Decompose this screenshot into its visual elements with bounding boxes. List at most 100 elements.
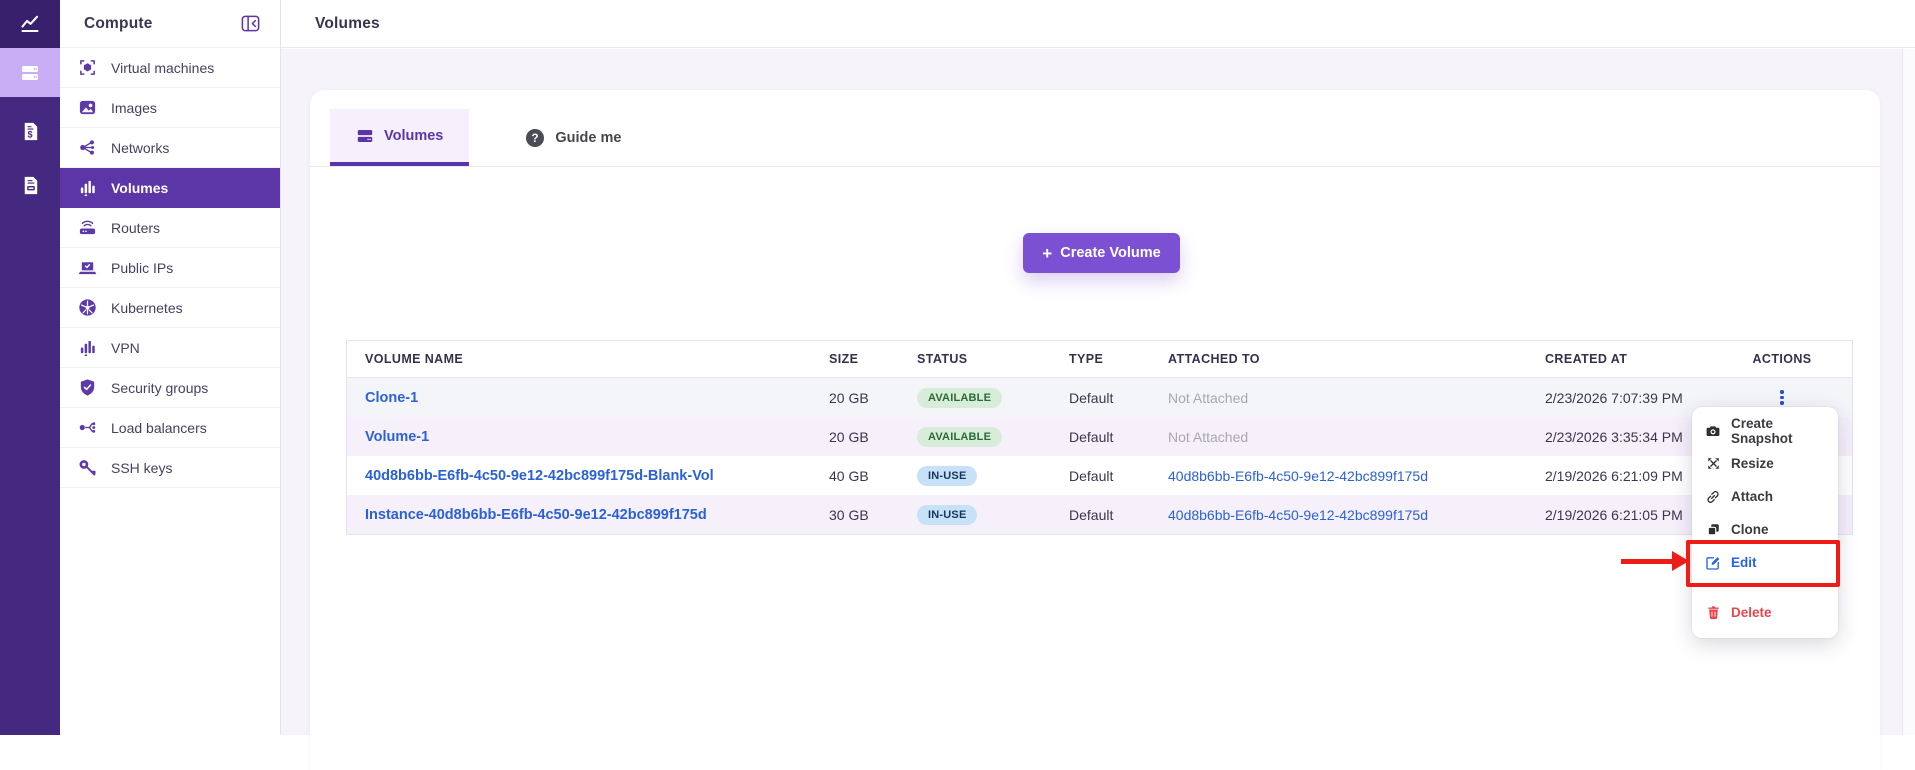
menu-item-resize[interactable]: Resize	[1692, 447, 1838, 480]
attached-to-value: Not Attached	[1168, 390, 1537, 406]
sidebar-item-label: Routers	[111, 220, 160, 236]
sidebar: Compute Virtual machines Images	[60, 0, 281, 735]
sidebar-header: Compute	[60, 0, 280, 48]
svg-text:$: $	[27, 129, 32, 139]
resize-icon	[1705, 456, 1721, 472]
column-header-type: TYPE	[1069, 352, 1168, 366]
volume-name-link[interactable]: Clone-1	[347, 390, 829, 406]
sidebar-item-label: Networks	[111, 140, 169, 156]
table-header-row: VOLUME NAME SIZE STATUS TYPE ATTACHED TO…	[347, 341, 1852, 378]
volume-name-link[interactable]: Instance-40d8b6bb-E6fb-4c50-9e12-42bc899…	[347, 507, 829, 523]
sidebar-item-routers[interactable]: Routers	[60, 208, 280, 248]
column-header-attached-to: ATTACHED TO	[1168, 352, 1537, 366]
attached-to-link[interactable]: 40d8b6bb-E6fb-4c50-9e12-42bc899f175d	[1168, 507, 1537, 523]
menu-item-label: Clone	[1731, 522, 1769, 537]
sidebar-item-label: VPN	[111, 340, 140, 356]
volume-name-link[interactable]: Volume-1	[347, 429, 829, 445]
sidebar-item-volumes[interactable]: Volumes	[60, 168, 280, 208]
networks-icon	[77, 138, 97, 158]
sidebar-item-label: Images	[111, 100, 157, 116]
created-at-value: 2/23/2026 7:07:39 PM	[1537, 390, 1712, 406]
menu-item-label: Attach	[1731, 489, 1773, 504]
analytics-chart-icon	[18, 12, 42, 36]
camera-icon	[1705, 423, 1721, 439]
volume-size: 20 GB	[829, 390, 917, 406]
create-volume-button[interactable]: + Create Volume	[1023, 233, 1180, 273]
attach-link-icon	[1705, 489, 1721, 505]
sidebar-item-security-groups[interactable]: Security groups	[60, 368, 280, 408]
rail-item-analytics[interactable]	[0, 0, 60, 48]
sidebar-item-ssh-keys[interactable]: SSH keys	[60, 448, 280, 488]
column-header-actions: ACTIONS	[1712, 352, 1852, 366]
kubernetes-icon	[77, 298, 97, 318]
sidebar-item-label: SSH keys	[111, 460, 172, 476]
sidebar-item-label: Load balancers	[111, 420, 207, 436]
sidebar-item-images[interactable]: Images	[60, 88, 280, 128]
public-ip-icon	[77, 258, 97, 278]
sidebar-item-label: Virtual machines	[111, 60, 214, 76]
images-icon	[77, 98, 97, 118]
clone-icon	[1705, 522, 1721, 538]
sidebar-item-load-balancers[interactable]: Load balancers	[60, 408, 280, 448]
volumes-icon	[77, 178, 97, 198]
shield-icon	[77, 378, 97, 398]
sidebar-item-virtual-machines[interactable]: Virtual machines	[60, 48, 280, 88]
question-circle-icon: ?	[525, 128, 545, 148]
vertical-scrollbar[interactable]	[1902, 49, 1915, 735]
created-at-value: 2/23/2026 3:35:34 PM	[1537, 429, 1712, 445]
page-title: Volumes	[315, 15, 380, 33]
vpn-icon	[77, 338, 97, 358]
table-row: 40d8b6bb-E6fb-4c50-9e12-42bc899f175d-Bla…	[347, 456, 1852, 495]
menu-item-clone[interactable]: Clone	[1692, 513, 1838, 546]
plus-icon: +	[1042, 245, 1052, 262]
sidebar-item-public-ips[interactable]: Public IPs	[60, 248, 280, 288]
tab-label: Volumes	[384, 128, 443, 144]
content-card: Volumes ? Guide me + Create Volume VOLUM…	[310, 90, 1880, 770]
vm-icon	[77, 58, 97, 78]
created-at-value: 2/19/2026 6:21:05 PM	[1537, 507, 1712, 523]
tab-bar: Volumes ? Guide me	[310, 90, 1880, 167]
sidebar-item-label: Kubernetes	[111, 300, 183, 316]
load-balancer-icon	[77, 418, 97, 438]
sidebar-item-kubernetes[interactable]: Kubernetes	[60, 288, 280, 328]
edit-pencil-icon	[1705, 555, 1721, 571]
row-actions-menu: Create Snapshot Resize Attach Clone	[1692, 407, 1838, 638]
sidebar-item-vpn[interactable]: VPN	[60, 328, 280, 368]
trash-icon	[1705, 605, 1721, 621]
volumes-tab-icon	[356, 127, 374, 145]
billing-invoice-icon: $	[19, 120, 42, 143]
menu-item-label: Delete	[1731, 605, 1772, 620]
compute-server-icon	[18, 61, 42, 85]
column-header-volume-name: VOLUME NAME	[347, 352, 829, 366]
menu-item-edit[interactable]: Edit	[1692, 546, 1838, 579]
rail-item-documents[interactable]	[0, 165, 60, 205]
page-background: Volumes ? Guide me + Create Volume VOLUM…	[281, 49, 1915, 735]
row-actions-kebab-button[interactable]	[1772, 388, 1792, 408]
volume-name-link[interactable]: 40d8b6bb-E6fb-4c50-9e12-42bc899f175d-Bla…	[347, 468, 829, 484]
menu-item-label: Edit	[1731, 555, 1757, 570]
volume-type: Default	[1069, 429, 1168, 445]
column-header-status: STATUS	[917, 352, 1069, 366]
key-icon	[77, 458, 97, 478]
tab-guide-me[interactable]: ? Guide me	[499, 109, 647, 166]
menu-item-create-snapshot[interactable]: Create Snapshot	[1692, 414, 1838, 447]
sidebar-title: Compute	[84, 15, 153, 33]
sidebar-item-networks[interactable]: Networks	[60, 128, 280, 168]
svg-text:?: ?	[532, 133, 539, 145]
rail-item-compute[interactable]	[0, 48, 60, 97]
attached-to-link[interactable]: 40d8b6bb-E6fb-4c50-9e12-42bc899f175d	[1168, 468, 1537, 484]
status-badge: AVAILABLE	[917, 427, 1002, 447]
tab-volumes[interactable]: Volumes	[330, 109, 469, 166]
router-icon	[77, 218, 97, 238]
volume-type: Default	[1069, 468, 1168, 484]
collapse-sidebar-button[interactable]	[238, 12, 262, 36]
column-header-created-at: CREATED AT	[1537, 352, 1712, 366]
create-volume-label: Create Volume	[1060, 245, 1160, 261]
tab-label: Guide me	[555, 130, 621, 146]
created-at-value: 2/19/2026 6:21:09 PM	[1537, 468, 1712, 484]
menu-item-delete[interactable]: Delete	[1692, 596, 1838, 629]
menu-item-attach[interactable]: Attach	[1692, 480, 1838, 513]
rail-item-billing[interactable]: $	[0, 111, 60, 151]
sidebar-item-label: Public IPs	[111, 260, 173, 276]
column-header-size: SIZE	[829, 352, 917, 366]
